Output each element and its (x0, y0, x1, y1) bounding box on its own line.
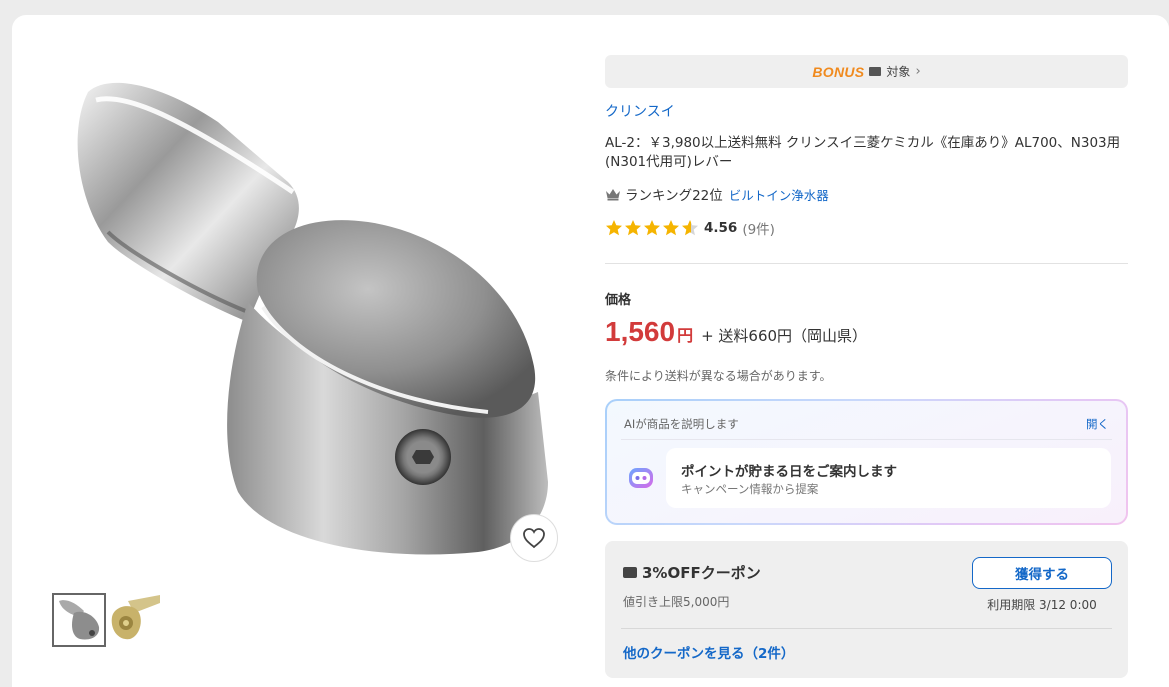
more-coupons-link[interactable]: 他のクーポンを見る（2件） (623, 642, 794, 662)
card-icon (869, 67, 882, 76)
rating-row: 4.56 (9件) (605, 218, 775, 238)
divider (621, 439, 1112, 440)
ranking-text: ランキング22位 (625, 188, 723, 204)
ranking-row: ランキング22位 ビルトイン浄水器 (605, 184, 829, 204)
bonus-banner[interactable]: BONUS 対象 › (605, 55, 1128, 88)
ai-explain-box: AIが商品を説明します 開く ポイントが貯まる日をご案内します キャンペーン情報… (605, 399, 1128, 525)
coupon-title: 3%OFFクーポン (642, 564, 761, 582)
claim-coupon-button[interactable]: 獲得する (972, 557, 1112, 589)
price-unit: 円 (677, 326, 694, 345)
ai-header: AIが商品を説明します (624, 417, 739, 431)
star-icon (682, 220, 698, 236)
shipping-note: 条件により送料が異なる場合があります。 (605, 369, 832, 383)
ai-suggestion-title: ポイントが貯まる日をご案内します (681, 464, 897, 480)
ai-open-link[interactable]: 開く (1086, 416, 1109, 432)
rating-score: 4.56 (704, 220, 738, 236)
ai-suggestion-subtitle: キャンペーン情報から提案 (681, 482, 819, 496)
heart-icon (523, 528, 545, 549)
star-icon (606, 220, 622, 236)
divider (605, 263, 1128, 264)
ai-assistant-icon (629, 468, 653, 488)
chrome-lever-thumbnail (54, 595, 104, 645)
shipping-fee: + 送料660円（岡山県） (701, 327, 868, 345)
chevron-right-icon: › (915, 64, 921, 79)
ranking-category-link[interactable]: ビルトイン浄水器 (729, 185, 829, 204)
review-count-link[interactable]: (9件) (742, 218, 775, 238)
crown-icon (606, 189, 620, 201)
brand-link[interactable]: クリンスイ (605, 101, 675, 121)
coupon-title-row: 3%OFFクーポン (623, 562, 761, 583)
thumbnail-2[interactable] (108, 593, 162, 647)
thumbnail-1[interactable] (52, 593, 106, 647)
price-row: 1,560 円 + 送料660円（岡山県） (605, 316, 867, 348)
rating-stars (605, 219, 699, 237)
coupon-icon (623, 567, 637, 578)
ai-suggestion-bubble[interactable]: ポイントが貯まる日をご案内します キャンペーン情報から提案 (666, 448, 1111, 508)
bonus-logo: BONUS (812, 63, 865, 80)
star-icon (644, 220, 660, 236)
favorite-button[interactable] (510, 514, 558, 562)
divider (621, 628, 1112, 629)
price-label: 価格 (605, 293, 632, 308)
coupon-panel: 3%OFFクーポン 値引き上限5,000円 獲得する 利用期限 3/12 0:0… (605, 541, 1128, 678)
coupon-expiry: 利用期限 3/12 0:00 (987, 598, 1097, 612)
gold-lever-thumbnail (108, 593, 162, 647)
product-main-image[interactable] (48, 62, 568, 562)
star-icon (663, 220, 679, 236)
price-amount: 1,560 (605, 316, 676, 347)
product-title: AL-2：￥3,980以上送料無料 クリンスイ三菱ケミカル《在庫あり》AL700… (605, 135, 1121, 170)
bonus-label: 対象 (886, 65, 911, 79)
star-icon (625, 220, 641, 236)
coupon-discount-limit: 値引き上限5,000円 (623, 595, 730, 609)
